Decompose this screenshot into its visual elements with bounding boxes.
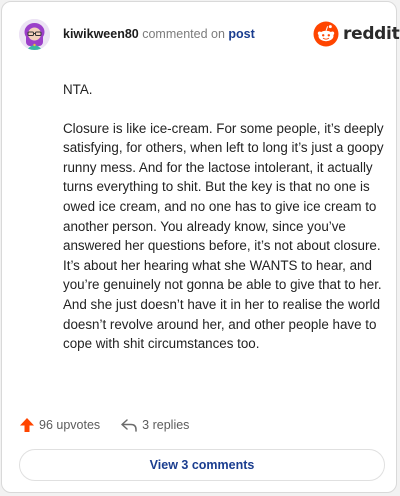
- comment-body: NTA. Closure is like ice-cream. For some…: [63, 80, 385, 354]
- user-avatar[interactable]: [19, 19, 50, 50]
- reddit-logo[interactable]: reddit: [313, 21, 400, 47]
- reddit-wordmark: reddit: [343, 24, 400, 44]
- reddit-snoo-icon: [313, 21, 339, 47]
- upvote-button[interactable]: 96 upvotes: [19, 417, 100, 433]
- comment-card: kiwikween80 commented on post reddit NTA…: [1, 1, 400, 493]
- comment-paragraph: Closure is like ice-cream. For some peop…: [63, 120, 384, 352]
- post-link[interactable]: post: [228, 27, 254, 41]
- reply-button[interactable]: 3 replies: [120, 417, 189, 433]
- comment-paragraph: NTA.: [63, 82, 93, 97]
- reply-count: 3 replies: [142, 418, 190, 432]
- commented-on-text: commented on: [138, 27, 229, 41]
- upvote-arrow-icon: [20, 418, 34, 432]
- view-comments-button[interactable]: View 3 comments: [19, 449, 385, 481]
- avatar-illustration: [19, 19, 50, 50]
- username-link[interactable]: kiwikween80: [63, 27, 139, 41]
- reply-arrow-icon: [121, 419, 137, 432]
- comment-actions: 96 upvotes 3 replies: [19, 416, 189, 434]
- upvote-count: 96 upvotes: [39, 418, 101, 432]
- comment-header: kiwikween80 commented on post: [63, 26, 255, 42]
